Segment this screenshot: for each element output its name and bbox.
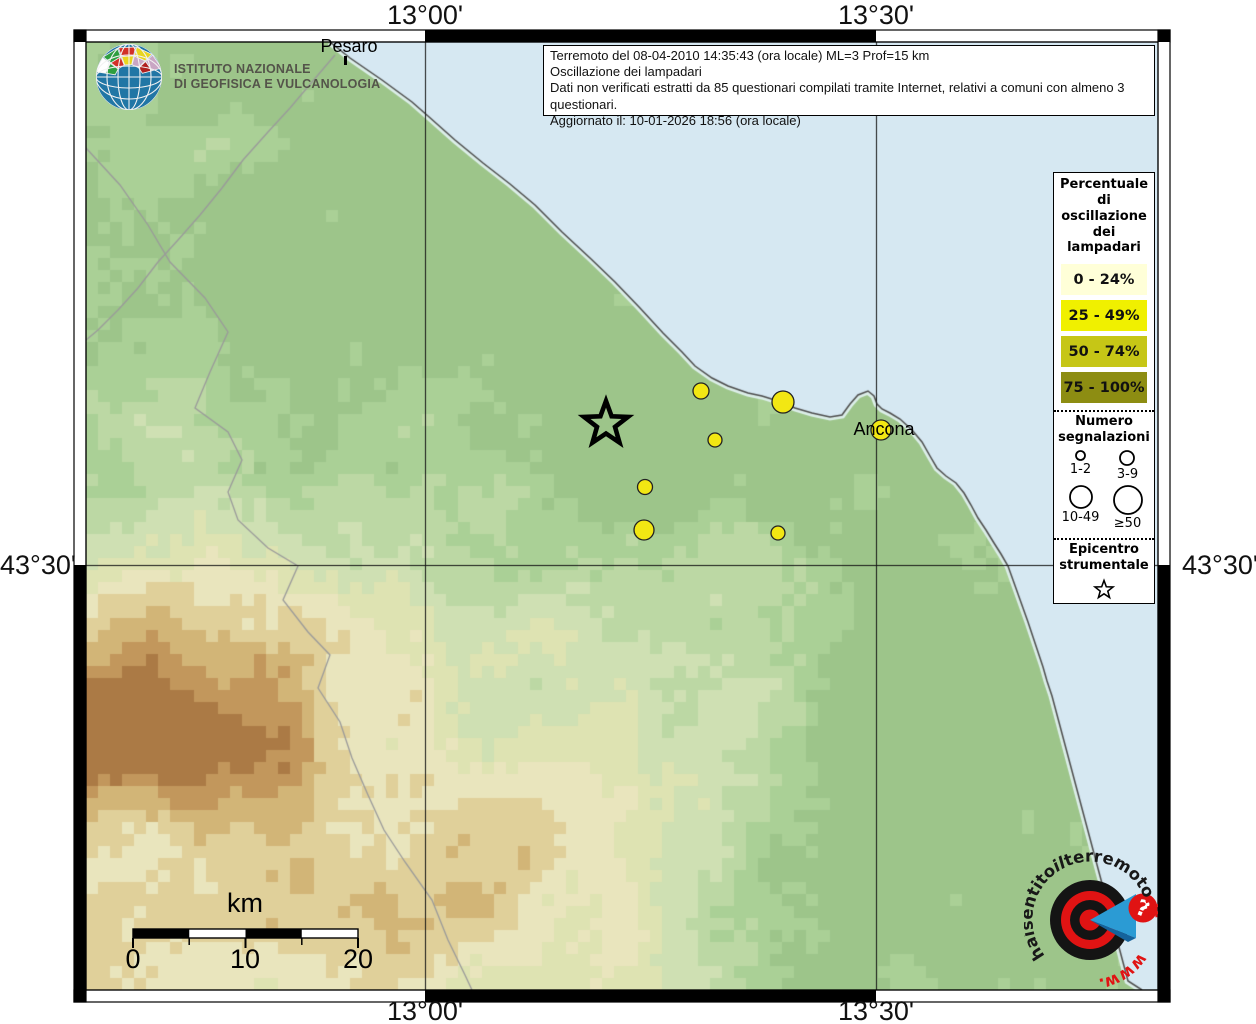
- count-circle-icon: [1112, 484, 1144, 516]
- legend-separator-2: [1054, 538, 1154, 540]
- city-label-pesaro: Pesaro: [289, 36, 409, 57]
- scalebar-tick-20: 20: [338, 944, 378, 975]
- event-effect-line: Oscillazione dei lampadari: [550, 64, 1148, 80]
- legend-title: Percentuale di oscillazione dei lampadar…: [1058, 177, 1150, 256]
- ingv-line2: DI GEOFISICA E VULCANOLOGIA: [174, 77, 380, 92]
- count-label: 3-9: [1117, 467, 1138, 482]
- count-label: 1-2: [1070, 462, 1091, 477]
- epicenter-star-icon: [1089, 577, 1119, 603]
- city-label-ancona: Ancona: [824, 419, 944, 440]
- count-label: 10-49: [1062, 510, 1100, 525]
- legend-panel: Percentuale di oscillazione dei lampadar…: [1053, 172, 1155, 604]
- legend-count-item: 10-49: [1062, 484, 1100, 531]
- ingv-globe-icon: [94, 42, 166, 112]
- event-info-box: Terremoto del 08-04-2010 14:35:43 (ora l…: [543, 45, 1155, 116]
- scalebar-tick-10: 10: [225, 944, 265, 975]
- count-label: ≥50: [1114, 516, 1141, 531]
- axis-label-bottom-13-00: 13°00': [365, 996, 485, 1024]
- legend-count-item: 1-2: [1070, 449, 1091, 482]
- legend-separator-1: [1054, 410, 1154, 412]
- event-title-line: Terremoto del 08-04-2010 14:35:43 (ora l…: [550, 48, 1148, 64]
- ingv-logo-text: ISTITUTO NAZIONALE DI GEOFISICA E VULCAN…: [174, 62, 380, 92]
- ingv-line1: ISTITUTO NAZIONALE: [174, 62, 380, 77]
- legend-class-swatch: 0 - 24%: [1061, 264, 1147, 295]
- legend-class-swatch: 25 - 49%: [1061, 300, 1147, 331]
- legend-class-swatch: 75 - 100%: [1061, 372, 1147, 403]
- axis-label-top-13-00: 13°00': [365, 0, 485, 31]
- terrain-map-canvas: [86, 42, 1158, 990]
- scalebar-tick-0: 0: [113, 944, 153, 975]
- axis-label-top-13-30: 13°30': [816, 0, 936, 31]
- scalebar-unit-label: km: [195, 888, 295, 919]
- haisentitoilterremoto-logo: ? haisentitoilterremoto.it www.: [1024, 838, 1158, 999]
- legend-counts-title: Numero segnalazioni: [1054, 414, 1154, 447]
- count-circle-icon: [1118, 449, 1136, 467]
- axis-label-right-43-30: 43°30': [1182, 550, 1256, 581]
- event-data-note-line: Dati non verificati estratti da 85 quest…: [550, 80, 1148, 112]
- axis-label-left-43-30: 43°30': [0, 550, 64, 581]
- watermark-svg: ? haisentitoilterremoto.it www.: [1024, 838, 1158, 994]
- legend-count-item: 3-9: [1117, 449, 1138, 482]
- axis-label-bottom-13-30: 13°30': [816, 996, 936, 1024]
- legend-count-symbols: 1-2 3-9 10-49 ≥50: [1057, 449, 1151, 531]
- count-circle-icon: [1068, 484, 1094, 510]
- event-updated-line: Aggiornato il: 10-01-2026 18:56 (ora loc…: [550, 113, 1148, 129]
- count-circle-icon: [1074, 449, 1087, 462]
- map-page: 13°00' 13°30' 13°00' 13°30' 43°30' 43°30…: [0, 0, 1256, 1024]
- legend-class-swatch: 50 - 74%: [1061, 336, 1147, 367]
- legend-count-item: ≥50: [1112, 484, 1144, 531]
- bullseye-icon: [1050, 880, 1136, 960]
- legend-epicenter-title: Epicentro strumentale: [1054, 542, 1154, 575]
